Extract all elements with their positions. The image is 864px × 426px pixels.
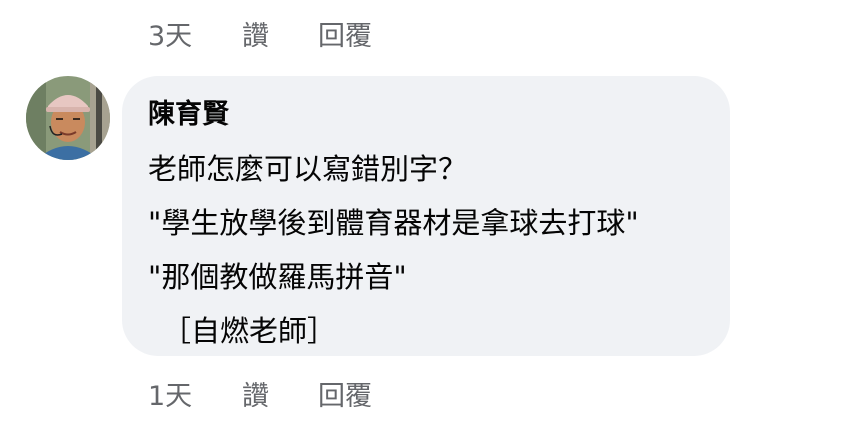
comment-actions: 1天 讚 回覆 (148, 374, 372, 413)
comment-thread: 3天 讚 回覆 陳育賢 老師怎麼可以寫錯別字？ "學生放學後到體育器材是拿球去打… (0, 0, 864, 426)
reply-button[interactable]: 回覆 (318, 14, 372, 53)
reply-button[interactable]: 回覆 (318, 374, 372, 413)
like-button[interactable]: 讚 (242, 14, 318, 53)
comment-timestamp[interactable]: 3天 (148, 14, 242, 53)
avatar[interactable] (26, 76, 110, 160)
comment-author[interactable]: 陳育賢 (148, 92, 229, 131)
avatar-image (26, 76, 110, 160)
comment-text-line: "學生放學後到體育器材是拿球去打球" (148, 206, 639, 240)
comment-text-line: "那個教做羅馬拼音" (148, 260, 407, 294)
comment-bubble: 陳育賢 老師怎麼可以寫錯別字？ "學生放學後到體育器材是拿球去打球" "那個教做… (122, 76, 730, 356)
comment-timestamp[interactable]: 1天 (148, 374, 242, 413)
comment-text-line: ［自燃老師］ (162, 314, 337, 348)
comment-text-line: 老師怎麼可以寫錯別字？ (148, 152, 468, 186)
previous-comment-actions: 3天 讚 回覆 (148, 14, 372, 53)
like-button[interactable]: 讚 (242, 374, 318, 413)
